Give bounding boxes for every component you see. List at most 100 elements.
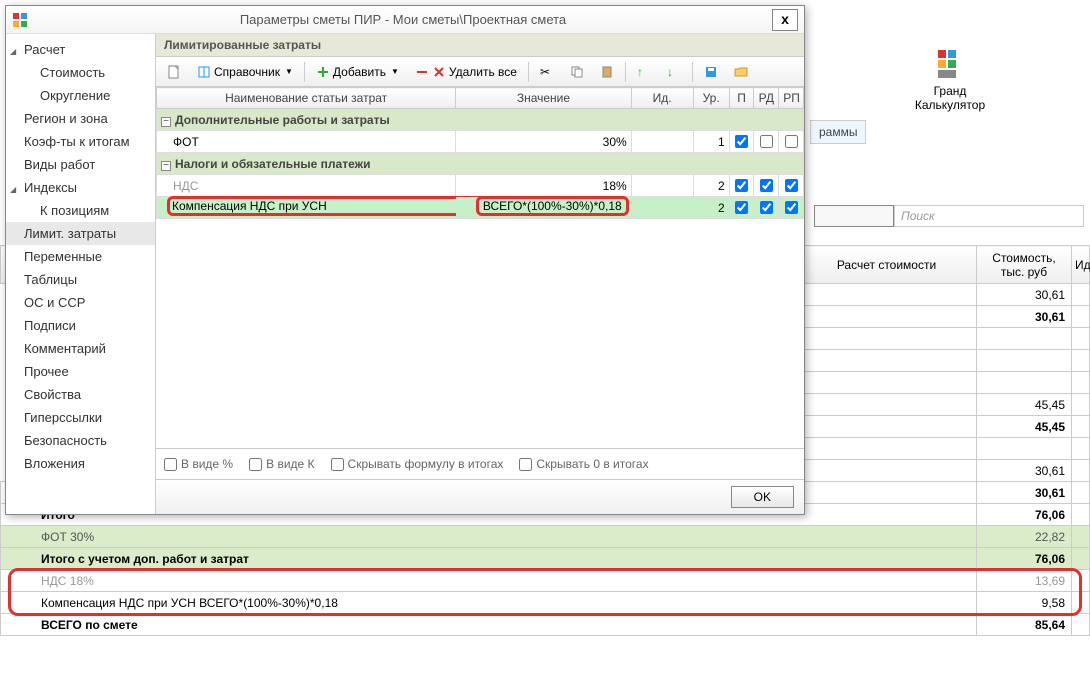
arrow-down-icon: ↓ xyxy=(667,65,681,79)
cut-button[interactable]: ✂ xyxy=(533,62,561,82)
tree-item[interactable]: Прочее xyxy=(6,360,155,383)
paste-button[interactable] xyxy=(593,62,621,82)
bg-col-h4: Ид xyxy=(1072,246,1090,284)
nav-tree: РасчетСтоимостьОкруглениеРегион и зонаКо… xyxy=(6,34,156,514)
collapse-icon[interactable]: − xyxy=(161,161,171,171)
opt-hidezero[interactable]: Скрывать 0 в итогах xyxy=(519,457,648,471)
checkbox-p[interactable] xyxy=(735,179,748,192)
display-options: В виде % В виде К Скрывать формулу в ито… xyxy=(156,449,804,479)
ribbon-area: Гранд Калькулятор раммы xyxy=(810,40,1090,160)
tree-item[interactable]: Таблицы xyxy=(6,268,155,291)
tree-item[interactable]: Округление xyxy=(6,84,155,107)
tree-item[interactable]: Стоимость xyxy=(6,61,155,84)
bg-col-h2: Расчет стоимости xyxy=(797,246,977,284)
cell-value[interactable]: 18% xyxy=(456,175,631,197)
tree-item[interactable]: Регион и зона xyxy=(6,107,155,130)
ok-button[interactable]: OK xyxy=(731,486,794,508)
tree-item[interactable]: Виды работ xyxy=(6,153,155,176)
data-row[interactable]: ФОТ 30% 1 xyxy=(157,131,804,153)
scissors-icon: ✂ xyxy=(540,65,554,79)
checkbox-rp[interactable] xyxy=(785,135,798,148)
data-row[interactable]: НДС 18% 2 xyxy=(157,175,804,197)
cell-id[interactable] xyxy=(631,175,693,197)
col-p[interactable]: П xyxy=(729,88,754,109)
search-bar: Поиск xyxy=(814,205,1084,227)
toolbar: Справочник▼ Добавить▼ Удалить все ✂ ↑ ↓ xyxy=(156,57,804,87)
delete-all-button[interactable]: Удалить все xyxy=(408,62,524,82)
tree-item[interactable]: Переменные xyxy=(6,245,155,268)
bg-col-h3: Стоимость, тыс. руб xyxy=(977,246,1072,284)
cell-name[interactable]: ФОТ xyxy=(157,131,456,153)
save-button[interactable] xyxy=(697,62,725,82)
checkbox-rd[interactable] xyxy=(760,135,773,148)
cell-id[interactable] xyxy=(631,197,693,219)
cell-lvl[interactable]: 2 xyxy=(693,197,729,219)
chevron-down-icon: ▼ xyxy=(391,67,399,76)
col-value[interactable]: Значение xyxy=(456,88,631,109)
checkbox-p[interactable] xyxy=(735,135,748,148)
checkbox-rp[interactable] xyxy=(785,179,798,192)
copy-button[interactable] xyxy=(563,62,591,82)
cell-value[interactable]: ВСЕГО*(100%-30%)*0,18 xyxy=(456,197,631,219)
tree-item[interactable]: Вложения xyxy=(6,452,155,475)
checkbox-p[interactable] xyxy=(735,201,748,214)
tree-item[interactable]: ОС и ССР xyxy=(6,291,155,314)
bg-row: ФОТ 30%22,82 xyxy=(1,526,1090,548)
checkbox-rp[interactable] xyxy=(785,201,798,214)
cell-lvl[interactable]: 1 xyxy=(693,131,729,153)
panel-title: Лимитированные затраты xyxy=(156,34,804,57)
app-icon xyxy=(12,12,28,28)
open-button[interactable] xyxy=(727,62,755,82)
tree-item[interactable]: К позициям xyxy=(6,199,155,222)
move-down-button[interactable]: ↓ xyxy=(660,62,688,82)
col-name[interactable]: Наименование статьи затрат xyxy=(157,88,456,109)
cell-lvl[interactable]: 2 xyxy=(693,175,729,197)
reference-button[interactable]: Справочник▼ xyxy=(190,62,300,82)
col-rp[interactable]: РП xyxy=(779,88,804,109)
opt-hidefmt[interactable]: Скрывать формулу в итогах xyxy=(331,457,504,471)
checkbox-rd[interactable] xyxy=(760,179,773,192)
data-row-selected[interactable]: Компенсация НДС при УСН ВСЕГО*(100%-30%)… xyxy=(157,197,804,219)
tree-item[interactable]: Расчет xyxy=(6,38,155,61)
folder-icon xyxy=(734,65,748,79)
file-icon xyxy=(167,65,181,79)
arrow-up-icon: ↑ xyxy=(637,65,651,79)
search-dropdown[interactable] xyxy=(814,205,894,227)
cell-value[interactable]: 30% xyxy=(456,131,631,153)
opt-k[interactable]: В виде К xyxy=(249,457,314,471)
collapse-icon[interactable]: − xyxy=(161,117,171,127)
tree-item[interactable]: Безопасность xyxy=(6,429,155,452)
move-up-button[interactable]: ↑ xyxy=(630,62,658,82)
col-lvl[interactable]: Ур. xyxy=(693,88,729,109)
add-button[interactable]: Добавить▼ xyxy=(309,62,406,82)
tree-item[interactable]: Комментарий xyxy=(6,337,155,360)
ribbon-label: Калькулятор xyxy=(818,98,1082,112)
x-icon xyxy=(432,65,446,79)
ribbon-tab[interactable]: раммы xyxy=(810,120,866,144)
close-button[interactable]: x xyxy=(772,9,798,31)
ribbon-calc-button[interactable]: Гранд Калькулятор xyxy=(810,40,1090,120)
group-row[interactable]: −Налоги и обязательные платежи xyxy=(157,153,804,175)
file-button[interactable] xyxy=(160,62,188,82)
cell-name[interactable]: Компенсация НДС при УСН xyxy=(157,197,456,219)
tree-item[interactable]: Индексы xyxy=(6,176,155,199)
col-rd[interactable]: РД xyxy=(754,88,779,109)
dialog-titlebar: Параметры сметы ПИР - Мои сметы\Проектна… xyxy=(6,6,804,34)
checkbox-rd[interactable] xyxy=(760,201,773,214)
tree-item[interactable]: Коэф-ты к итогам xyxy=(6,130,155,153)
cell-id[interactable] xyxy=(631,131,693,153)
col-id[interactable]: Ид. xyxy=(631,88,693,109)
group-row[interactable]: −Дополнительные работы и затраты xyxy=(157,109,804,131)
tree-item[interactable]: Гиперссылки xyxy=(6,406,155,429)
minus-icon xyxy=(415,65,429,79)
cell-name[interactable]: НДС xyxy=(157,175,456,197)
bg-row: НДС 18%13,69 xyxy=(1,570,1090,592)
opt-pct[interactable]: В виде % xyxy=(164,457,233,471)
bg-row: Компенсация НДС при УСН ВСЕГО*(100%-30%)… xyxy=(1,592,1090,614)
tree-item[interactable]: Лимит. затраты xyxy=(6,222,155,245)
chevron-down-icon: ▼ xyxy=(285,67,293,76)
search-input[interactable]: Поиск xyxy=(894,205,1084,227)
tree-item[interactable]: Подписи xyxy=(6,314,155,337)
tree-item[interactable]: Свойства xyxy=(6,383,155,406)
bg-row: Итого с учетом доп. работ и затрат76,06 xyxy=(1,548,1090,570)
